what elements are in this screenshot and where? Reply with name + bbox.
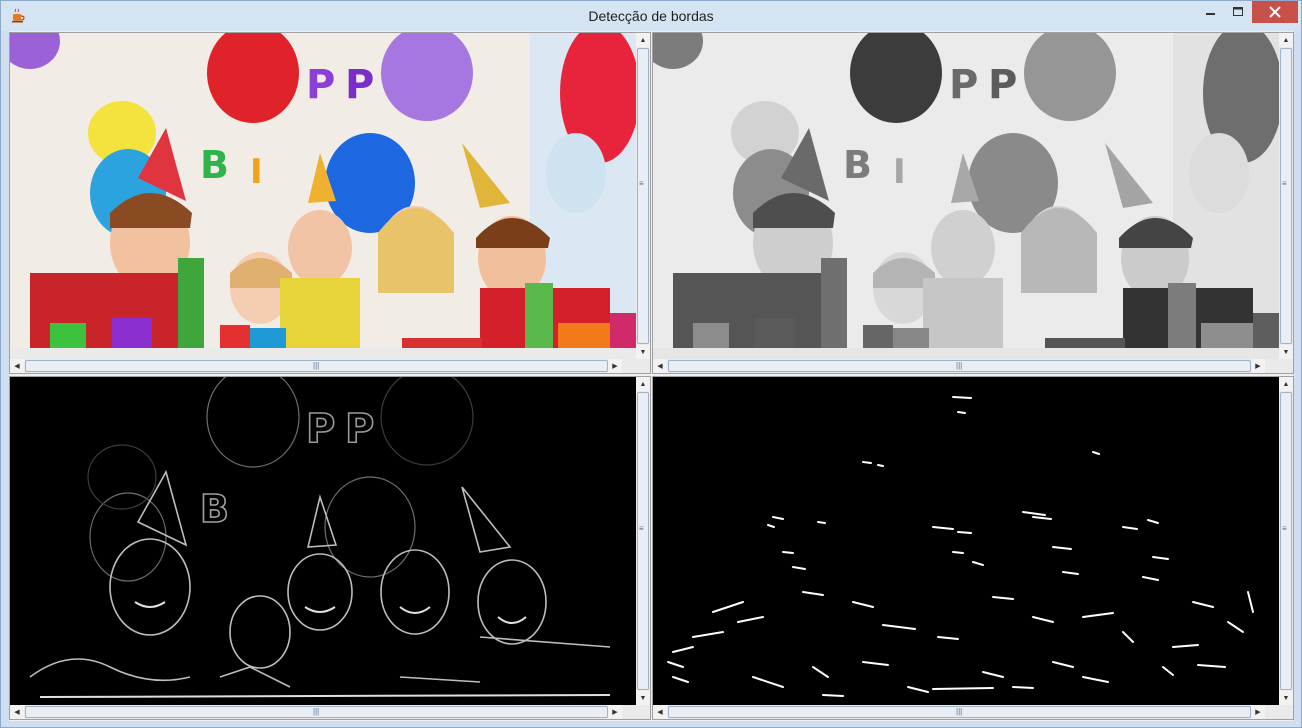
maximize-icon xyxy=(1233,7,1243,16)
svg-text:I: I xyxy=(250,152,263,192)
arrow-up-icon[interactable]: ▲ xyxy=(1279,377,1293,391)
grip-icon: ≡ xyxy=(1282,179,1287,188)
arrow-right-icon[interactable]: ▶ xyxy=(1251,705,1265,719)
app-window: Detecção de bordas P P B I ▲ ≡ ▼ ◀ ||| ▶… xyxy=(0,0,1302,728)
scroll-corner xyxy=(636,705,650,719)
scroll-thumb[interactable] xyxy=(637,48,649,344)
svg-text:P: P xyxy=(306,62,335,108)
minimize-button[interactable] xyxy=(1197,1,1224,23)
original-image-viewport: P P B I xyxy=(10,33,636,359)
scroll-thumb[interactable] xyxy=(1280,392,1292,690)
grip-icon: ||| xyxy=(956,707,963,716)
scroll-thumb[interactable] xyxy=(1280,48,1292,344)
grip-icon: ||| xyxy=(313,707,320,716)
pane-original: P P B I ▲ ≡ ▼ ◀ ||| ▶ xyxy=(9,32,651,374)
arrow-down-icon[interactable]: ▼ xyxy=(636,691,650,705)
vertical-scrollbar[interactable]: ▲ ≡ ▼ xyxy=(1279,33,1293,359)
svg-text:P: P xyxy=(988,62,1017,108)
svg-text:B: B xyxy=(200,143,229,187)
svg-text:B: B xyxy=(200,487,229,531)
grip-icon: ≡ xyxy=(1282,524,1287,533)
grip-icon: ≡ xyxy=(639,524,644,533)
grip-icon: ||| xyxy=(313,361,320,370)
arrow-up-icon[interactable]: ▲ xyxy=(636,33,650,47)
svg-text:P: P xyxy=(306,406,335,452)
arrow-left-icon[interactable]: ◀ xyxy=(653,359,667,373)
scroll-corner xyxy=(1279,359,1293,373)
arrow-left-icon[interactable]: ◀ xyxy=(653,705,667,719)
horizontal-scrollbar[interactable]: ◀ ||| ▶ xyxy=(10,705,636,719)
svg-text:P: P xyxy=(345,62,374,108)
arrow-left-icon[interactable]: ◀ xyxy=(10,705,24,719)
vertical-scrollbar[interactable]: ▲ ≡ ▼ xyxy=(636,377,650,705)
arrow-down-icon[interactable]: ▼ xyxy=(1279,691,1293,705)
arrow-right-icon[interactable]: ▶ xyxy=(1251,359,1265,373)
close-button[interactable] xyxy=(1252,1,1298,23)
binary-edge-map xyxy=(653,377,1279,705)
arrow-right-icon[interactable]: ▶ xyxy=(608,359,622,373)
close-icon xyxy=(1269,6,1281,18)
pane-grayscale: P P B I ▲ ≡ ▼ ◀ ||| ▶ xyxy=(652,32,1294,374)
maximize-button[interactable] xyxy=(1225,1,1252,23)
window-title: Detecção de bordas xyxy=(588,8,714,24)
arrow-up-icon[interactable]: ▲ xyxy=(1279,33,1293,47)
arrow-left-icon[interactable]: ◀ xyxy=(10,359,24,373)
color-party-photo: P P B I xyxy=(10,33,636,359)
grayscale-party-photo: P P B I xyxy=(653,33,1279,359)
image-grid: P P B I ▲ ≡ ▼ ◀ ||| ▶ P P B I ▲ ≡ ▼ ◀ ||… xyxy=(9,31,1294,721)
pane-edge-binary: ▲ ≡ ▼ ◀ ||| ▶ xyxy=(652,376,1294,720)
edge-gradient-map: P P B xyxy=(10,377,636,705)
horizontal-scrollbar[interactable]: ◀ ||| ▶ xyxy=(653,359,1279,373)
arrow-up-icon[interactable]: ▲ xyxy=(636,377,650,391)
horizontal-scrollbar[interactable]: ◀ ||| ▶ xyxy=(653,705,1279,719)
horizontal-scrollbar[interactable]: ◀ ||| ▶ xyxy=(10,359,636,373)
arrow-right-icon[interactable]: ▶ xyxy=(608,705,622,719)
arrow-down-icon[interactable]: ▼ xyxy=(1279,345,1293,359)
edge-binary-viewport xyxy=(653,377,1279,705)
grip-icon: ≡ xyxy=(639,179,644,188)
vertical-scrollbar[interactable]: ▲ ≡ ▼ xyxy=(636,33,650,359)
grip-icon: ||| xyxy=(956,361,963,370)
svg-text:P: P xyxy=(345,406,374,452)
grayscale-image-viewport: P P B I xyxy=(653,33,1279,359)
scroll-thumb[interactable] xyxy=(637,392,649,690)
minimize-icon xyxy=(1205,13,1215,15)
arrow-down-icon[interactable]: ▼ xyxy=(636,345,650,359)
title-bar[interactable]: Detecção de bordas xyxy=(1,1,1301,31)
scroll-corner xyxy=(1279,705,1293,719)
svg-text:B: B xyxy=(843,143,872,187)
pane-edge-gradient: P P B ▲ ≡ ▼ ◀ ||| ▶ xyxy=(9,376,651,720)
scroll-corner xyxy=(636,359,650,373)
edge-gradient-viewport: P P B xyxy=(10,377,636,705)
svg-text:P: P xyxy=(949,62,978,108)
vertical-scrollbar[interactable]: ▲ ≡ ▼ xyxy=(1279,377,1293,705)
svg-text:I: I xyxy=(893,152,906,192)
